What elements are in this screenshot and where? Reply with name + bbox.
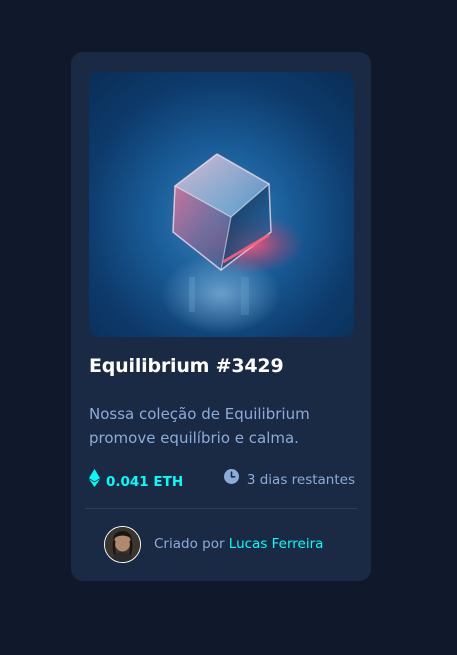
equilibrium-cube-image[interactable]: [89, 72, 354, 337]
countdown-text: 3 dias restantes: [246, 472, 355, 488]
divider: [85, 508, 357, 509]
price-value: 0.041 ETH: [106, 473, 184, 490]
nft-title[interactable]: Equilibrium #3429: [89, 355, 284, 377]
clock-icon: [223, 469, 239, 491]
countdown-info: 3 dias restantes: [223, 469, 355, 491]
nft-preview-card: Equilibrium #3429 Nossa coleção de Equil…: [71, 52, 371, 581]
creator-name-link[interactable]: Lucas Ferreira: [229, 536, 324, 552]
creator-row: Criado por Lucas Ferreira: [104, 525, 323, 563]
creator-credit: Criado por Lucas Ferreira: [154, 536, 323, 552]
ethereum-icon: [89, 469, 100, 494]
nft-meta-row: 0.041 ETH 3 dias restantes: [89, 469, 355, 491]
nft-description: Nossa coleção de Equilibrium promove equ…: [89, 405, 310, 447]
creator-avatar: [104, 525, 141, 563]
creator-prefix: Criado por: [154, 536, 225, 552]
price-info: 0.041 ETH: [89, 469, 183, 494]
